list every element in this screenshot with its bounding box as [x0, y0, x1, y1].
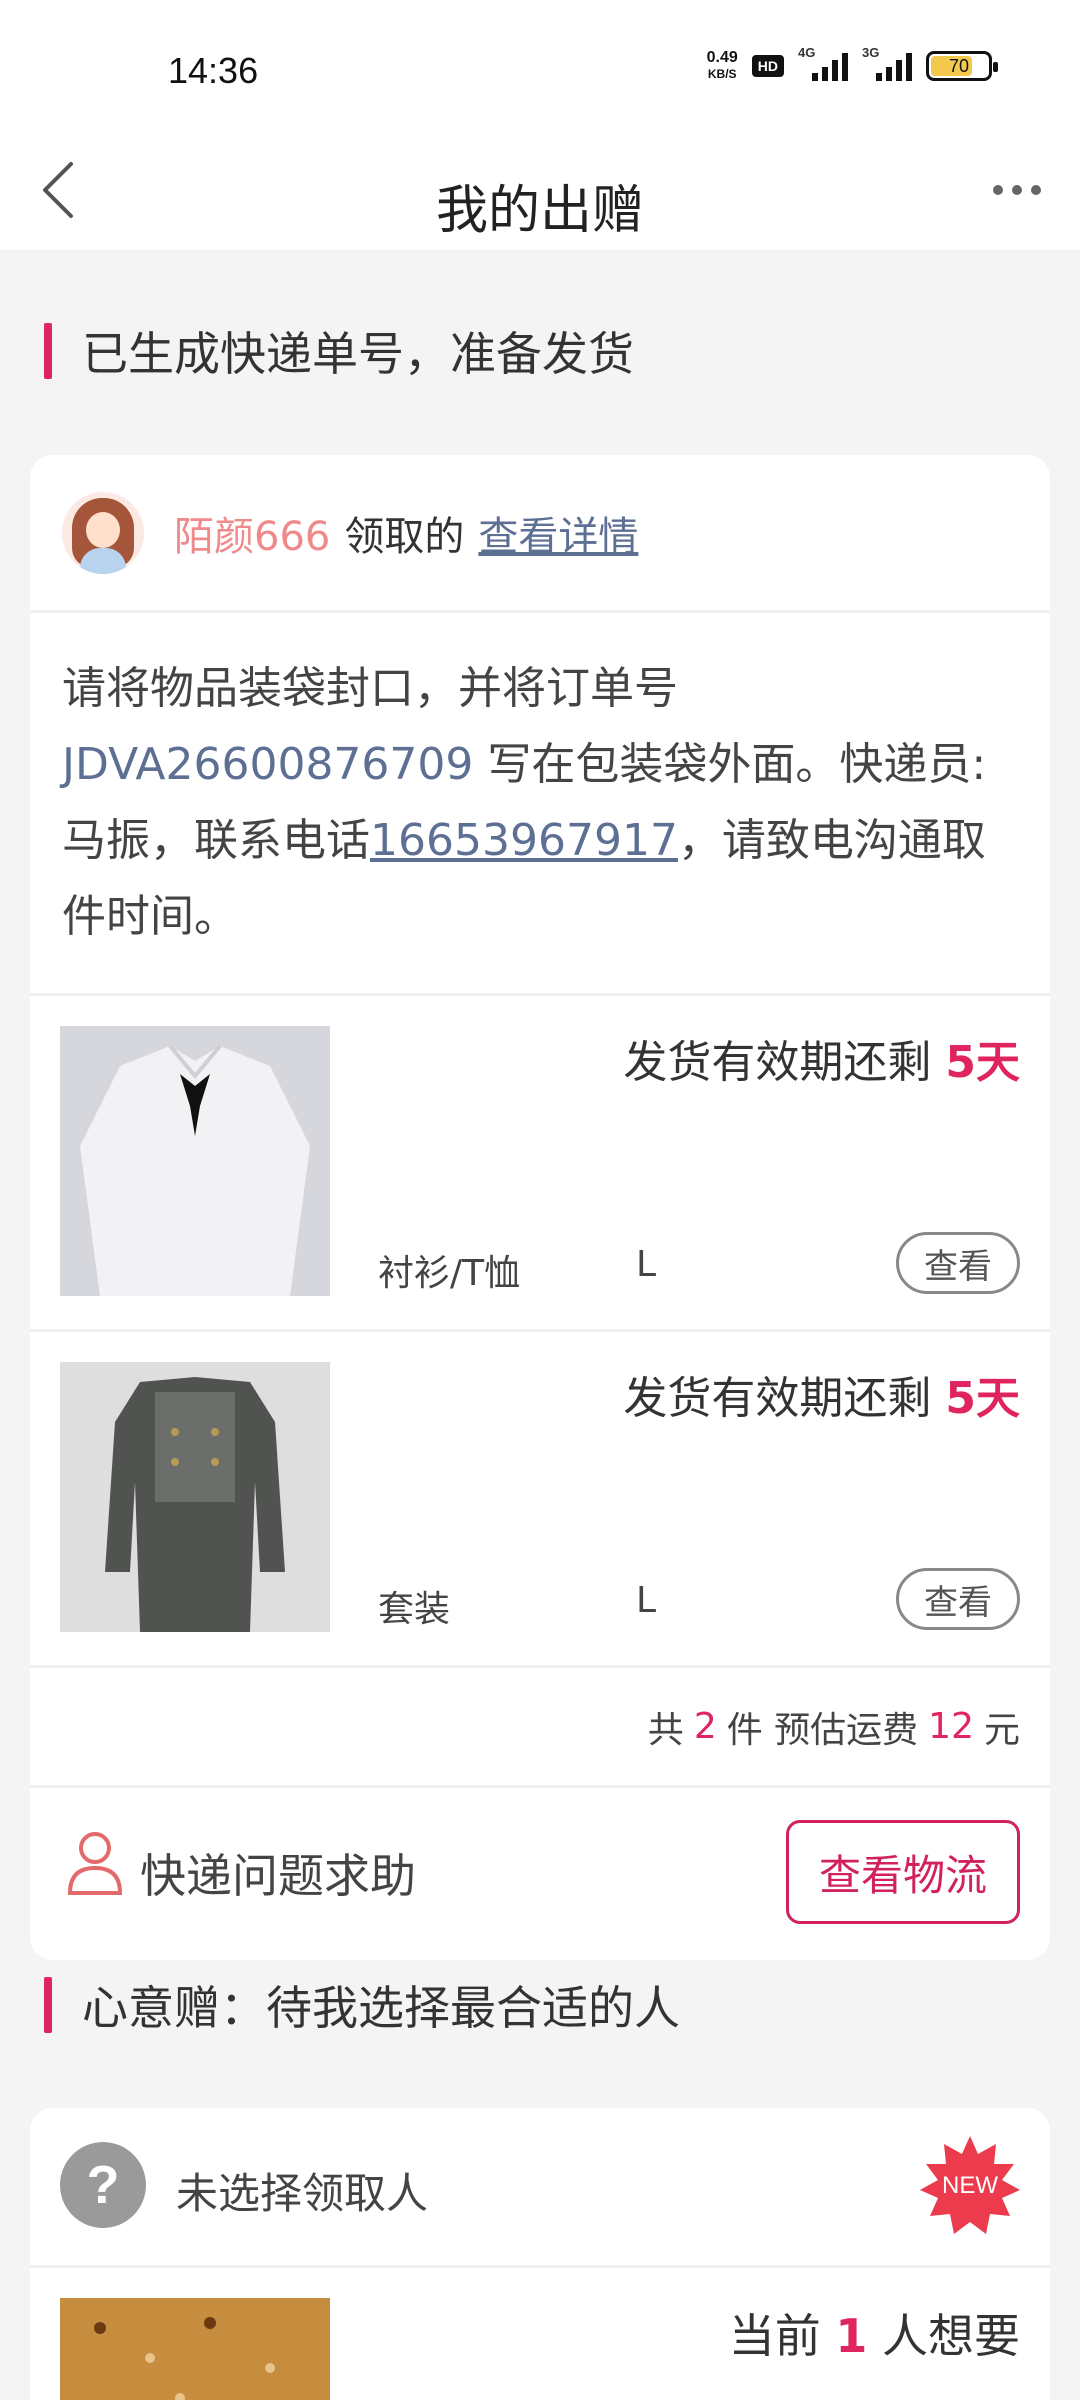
person-icon[interactable]	[66, 1830, 124, 1896]
new-badge: NEW	[920, 2136, 1020, 2236]
floral-item-image	[60, 2298, 330, 2400]
order-number: JDVA26600876709	[62, 739, 474, 790]
section-title: 心意赠：待我选择最合适的人	[82, 1981, 680, 2035]
more-dot-icon	[993, 185, 1003, 195]
claimer-row: 陌颜666 领取的 查看详情	[30, 455, 1050, 610]
item-photo-set[interactable]	[60, 1362, 330, 1632]
deadline-days: 5天	[945, 1037, 1020, 1088]
status-time: 14:36	[168, 50, 259, 91]
help-row: 快递问题求助 查看物流	[30, 1788, 1050, 1960]
view-details-link[interactable]: 查看详情	[478, 504, 638, 562]
recipient-label: 未选择领取人	[176, 2169, 429, 2218]
courier-help-link[interactable]: 快递问题求助	[140, 1840, 416, 1906]
order-card: 陌颜666 领取的 查看详情 请将物品装袋封口，并将订单号 JDVA266008…	[30, 455, 1050, 1960]
want-text: 人想要	[867, 2309, 1020, 2363]
network-speed-value: 0.49	[706, 49, 738, 66]
battery-icon: 70	[926, 51, 998, 81]
section-title: 已生成快递单号，准备发货	[82, 327, 634, 381]
item-photo-floral[interactable]	[60, 2298, 330, 2400]
summary-text: 件 预估运费	[726, 1709, 919, 1751]
battery-level: 70	[948, 55, 970, 76]
want-text: 当前	[728, 2309, 836, 2363]
view-logistics-button[interactable]: 查看物流	[786, 1820, 1020, 1924]
item-count: 2	[693, 1706, 717, 1747]
status-bar: 14:36 0.49 KB/S HD 4G 3G 70	[0, 0, 1080, 140]
nav-bar: 我的出赠	[0, 140, 1080, 250]
shirt-image	[60, 1026, 330, 1296]
summary-text: 共	[647, 1709, 684, 1751]
courier-phone-link[interactable]: 16653967917	[370, 815, 678, 866]
section-header-shipping: 已生成快递单号，准备发货	[44, 318, 634, 384]
deadline-text: 发货有效期还剩	[623, 1373, 946, 1424]
section-accent-bar	[44, 323, 52, 379]
signal-3g-label: 3G	[862, 45, 880, 60]
hd-icon: HD	[751, 55, 784, 77]
view-item-button[interactable]: 查看	[896, 1232, 1020, 1294]
outfit-set-image	[60, 1362, 330, 1632]
page-title: 我的出赠	[435, 181, 644, 241]
network-speed: 0.49 KB/S	[707, 50, 738, 82]
avatar[interactable]	[62, 491, 144, 574]
more-options-button[interactable]	[982, 160, 1052, 220]
item-size: L	[636, 1244, 657, 1285]
item-size: L	[636, 1580, 657, 1621]
status-icons: 0.49 KB/S HD 4G 3G 70	[707, 45, 998, 82]
signal-3g-icon: 3G	[862, 45, 912, 81]
recipient-row[interactable]: ? 未选择领取人 NEW	[30, 2108, 1050, 2265]
shipping-fee: 12	[928, 1706, 974, 1747]
order-summary: 共 2 件 预估运费 12 元	[30, 1668, 1050, 1785]
section-accent-bar	[44, 1977, 52, 2033]
instruction-text: 请将物品装袋封口，并将订单号	[62, 663, 678, 714]
more-dot-icon	[1012, 185, 1022, 195]
shipping-instruction: 请将物品装袋封口，并将订单号 JDVA26600876709 写在包装袋外面。快…	[30, 613, 1050, 993]
want-count: 1	[835, 2309, 868, 2363]
item-category: 衬衫/T恤	[378, 1253, 521, 1294]
item-category: 套装	[378, 1589, 451, 1630]
question-mark-icon: ?	[60, 2142, 146, 2228]
summary-text: 元	[983, 1709, 1020, 1751]
gift-card: ? 未选择领取人 NEW 当前 1 人想要	[30, 2108, 1050, 2400]
ship-deadline: 发货有效期还剩 5天	[623, 1362, 1020, 1426]
gift-item-row: 当前 1 人想要	[30, 2268, 1050, 2400]
signal-4g-label: 4G	[798, 45, 816, 60]
deadline-days: 5天	[945, 1373, 1020, 1424]
signal-4g-icon: 4G	[798, 45, 848, 81]
ship-deadline: 发货有效期还剩 5天	[623, 1026, 1020, 1090]
more-dot-icon	[1031, 185, 1041, 195]
network-speed-unit: KB/S	[707, 67, 737, 81]
new-badge-label: NEW	[942, 2172, 998, 2199]
item-photo-shirt[interactable]	[60, 1026, 330, 1296]
item-row: 发货有效期还剩 5天 衬衫/T恤 L 查看	[30, 996, 1050, 1329]
claimer-name[interactable]: 陌颜666	[174, 504, 330, 562]
section-header-gift: 心意赠：待我选择最合适的人	[44, 1972, 680, 2038]
want-count-text: 当前 1 人想要	[729, 2300, 1020, 2366]
claim-verb: 领取的	[344, 513, 465, 560]
item-row: 发货有效期还剩 5天 套装 L 查看	[30, 1332, 1050, 1665]
view-item-button[interactable]: 查看	[896, 1568, 1020, 1630]
deadline-text: 发货有效期还剩	[623, 1037, 946, 1088]
